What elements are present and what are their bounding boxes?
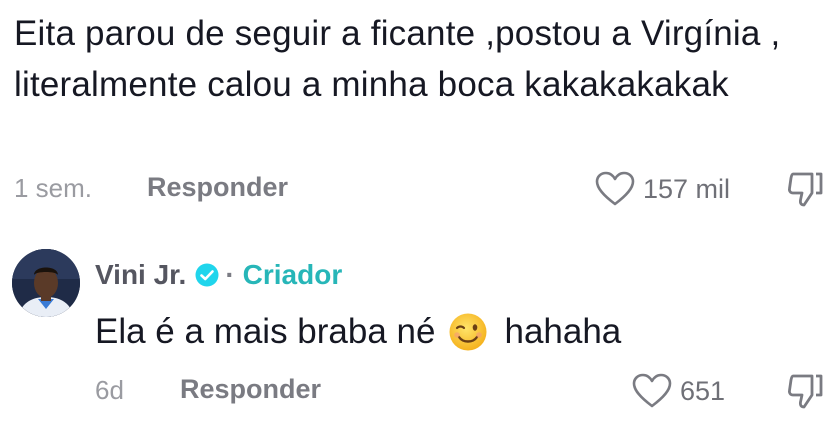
reply-author-name[interactable]: Vini Jr. (95, 259, 186, 291)
reply-text-before-emoji: Ela é a mais braba né (95, 312, 436, 351)
heart-outline-icon (595, 171, 635, 206)
winking-face-icon (449, 313, 487, 351)
creator-badge: Criador (242, 259, 343, 290)
avatar-image (12, 249, 80, 317)
reply-text-after-emoji: hahaha (504, 312, 622, 351)
thumbs-down-outline-icon[interactable] (785, 371, 825, 411)
comment-timestamp: 1 sem. (14, 173, 93, 203)
reply-reply-button[interactable]: Responder (180, 374, 321, 405)
comment-meta-row: 1 sem. Responder 157 mil (0, 167, 833, 211)
comment-text: Eita parou de seguir a ficante ,postou a… (14, 14, 781, 104)
comment-like-count: 157 mil (643, 173, 731, 204)
reply-meta-row: 6d Responder 651 (0, 369, 833, 413)
comment-like-button[interactable]: 157 mil (595, 167, 730, 211)
reply-like-count: 651 (680, 375, 726, 406)
separator-dot: · (225, 259, 235, 290)
reply-like-button[interactable]: 651 (632, 369, 725, 413)
reply-text: Ela é a mais braba né hahaha (95, 309, 621, 355)
reply-author-line: Vini Jr. · Criador (95, 254, 342, 296)
comment-reply-button[interactable]: Responder (147, 172, 288, 203)
heart-outline-icon (632, 373, 672, 408)
verified-check-icon (195, 263, 219, 287)
thumbs-down-outline-icon[interactable] (785, 169, 825, 209)
reply-timestamp: 6d (95, 375, 124, 405)
creator-avatar[interactable] (12, 249, 80, 317)
